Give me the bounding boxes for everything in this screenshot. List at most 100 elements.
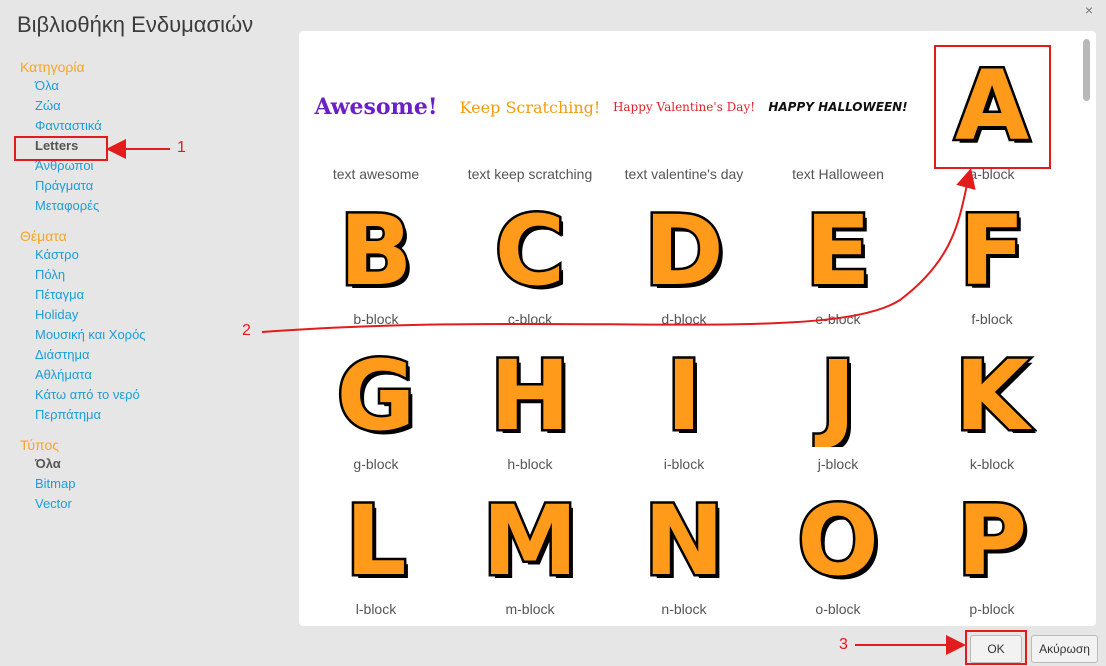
- costume-thumbnail: LL: [301, 492, 451, 592]
- costume-f-block[interactable]: F F f-block: [917, 194, 1067, 328]
- costume-thumbnail: II: [609, 347, 759, 447]
- type-item-vector[interactable]: Vector: [20, 494, 290, 514]
- type-item-bitmap[interactable]: Bitmap: [20, 474, 290, 494]
- costume-text-valentines-day[interactable]: Happy Valentine's Day! text valentine's …: [609, 49, 759, 183]
- theme-item-walking[interactable]: Περπάτημα: [20, 405, 290, 425]
- annotation-label-3: 3: [839, 636, 848, 653]
- category-item-fantasy[interactable]: Φανταστικά: [20, 116, 290, 136]
- category-item-things[interactable]: Πράγματα: [20, 176, 290, 196]
- letter-j-art: JJ: [812, 347, 860, 447]
- letter-b-art: BB: [337, 202, 417, 302]
- annotation-label-2: 2: [242, 322, 251, 339]
- theme-item-underwater[interactable]: Κάτω από το νερό: [20, 385, 290, 405]
- costume-thumbnail: OO: [763, 492, 913, 592]
- costume-thumbnail: EE: [763, 202, 913, 302]
- costume-l-block[interactable]: L L l-block: [301, 484, 451, 618]
- letter-l-art: LL: [343, 492, 411, 592]
- theme-item-city[interactable]: Πόλη: [20, 265, 290, 285]
- theme-item-flying[interactable]: Πέταγμα: [20, 285, 290, 305]
- costume-i-block[interactable]: I I i-block: [609, 339, 759, 473]
- letter-m-art: MM: [485, 492, 575, 592]
- svg-text:L: L: [345, 492, 406, 592]
- costume-label: f-block: [971, 311, 1013, 327]
- letter-i-art: II: [664, 347, 706, 447]
- svg-text:D: D: [644, 202, 724, 302]
- svg-text:N: N: [644, 492, 724, 592]
- theme-item-castle[interactable]: Κάστρο: [20, 245, 290, 265]
- close-icon[interactable]: ×: [1081, 2, 1097, 18]
- costume-label: l-block: [355, 601, 397, 617]
- costume-text-awesome[interactable]: Awesome! text awesome: [301, 49, 451, 183]
- letter-g-art: GG: [334, 347, 419, 447]
- costume-b-block[interactable]: B B b-block: [301, 194, 451, 328]
- letter-c-art: CC: [492, 202, 569, 302]
- costume-label: m-block: [505, 601, 555, 617]
- costume-thumbnail: HAPPY HALLOWEEN!: [763, 57, 913, 157]
- type-heading: Τύπος: [20, 437, 59, 453]
- costume-thumbnail: GG: [301, 347, 451, 447]
- category-heading: Κατηγορία: [20, 59, 85, 75]
- costume-k-block[interactable]: K K k-block: [917, 339, 1067, 473]
- costume-text-halloween[interactable]: HAPPY HALLOWEEN! text Halloween: [763, 49, 913, 183]
- scrollbar-thumb[interactable]: [1083, 39, 1090, 101]
- svg-text:E: E: [805, 202, 871, 302]
- scrollbar[interactable]: [1083, 39, 1090, 619]
- svg-text:F: F: [959, 202, 1025, 302]
- costume-label: n-block: [661, 601, 707, 617]
- costume-label: b-block: [353, 311, 399, 327]
- highlight-letters-box: [14, 136, 108, 161]
- costume-m-block[interactable]: M M m-block: [455, 484, 605, 618]
- costume-label: c-block: [507, 311, 553, 327]
- costume-label: text keep scratching: [467, 166, 593, 182]
- category-item-all[interactable]: Όλα: [20, 76, 290, 96]
- letter-e-art: EE: [803, 202, 875, 302]
- costume-e-block[interactable]: E E e-block: [763, 194, 913, 328]
- theme-item-space[interactable]: Διάστημα: [20, 345, 290, 365]
- costume-h-block[interactable]: H H h-block: [455, 339, 605, 473]
- svg-text:O: O: [797, 492, 879, 592]
- costume-o-block[interactable]: O O o-block: [763, 484, 913, 618]
- category-item-transportation[interactable]: Μεταφορές: [20, 196, 290, 216]
- costume-label: g-block: [353, 456, 399, 472]
- costume-c-block[interactable]: C C c-block: [455, 194, 605, 328]
- type-item-all[interactable]: Όλα: [20, 454, 290, 474]
- halloween-art: HAPPY HALLOWEEN!: [768, 100, 908, 114]
- costume-label: text Halloween: [792, 166, 884, 182]
- costume-label: e-block: [815, 311, 861, 327]
- highlight-a-block-box: [934, 45, 1051, 169]
- costume-label: h-block: [507, 456, 553, 472]
- costume-n-block[interactable]: N N n-block: [609, 484, 759, 618]
- letter-d-art: DD: [642, 202, 728, 302]
- costume-label: text awesome: [332, 166, 420, 182]
- costume-label: d-block: [661, 311, 707, 327]
- svg-text:C: C: [495, 202, 565, 302]
- costume-thumbnail: HH: [455, 347, 605, 447]
- dialog-title: Βιβλιοθήκη Ενδυμασιών: [17, 12, 254, 37]
- ok-button[interactable]: OK: [970, 635, 1022, 663]
- svg-text:K: K: [955, 347, 1033, 447]
- costume-thumbnail: JJ: [763, 347, 913, 447]
- costume-thumbnail: PP: [917, 492, 1067, 592]
- letter-p-art: PP: [954, 492, 1031, 592]
- costume-label: i-block: [663, 456, 705, 472]
- costume-thumbnail: FF: [917, 202, 1067, 302]
- costume-thumbnail: Keep Scratching!: [455, 57, 605, 157]
- costume-j-block[interactable]: J J j-block: [763, 339, 913, 473]
- theme-item-sports[interactable]: Αθλήματα: [20, 365, 290, 385]
- awesome-art: Awesome!: [314, 94, 438, 120]
- valentine-art: Happy Valentine's Day!: [612, 100, 756, 114]
- svg-text:J: J: [814, 347, 856, 447]
- costume-g-block[interactable]: G G g-block: [301, 339, 451, 473]
- costume-thumbnail: Happy Valentine's Day!: [609, 57, 759, 157]
- costume-thumbnail: CC: [455, 202, 605, 302]
- costume-thumbnail: MM: [455, 492, 605, 592]
- cancel-button[interactable]: Ακύρωση: [1031, 635, 1098, 663]
- costume-label: o-block: [815, 601, 861, 617]
- category-item-animals[interactable]: Ζώα: [20, 96, 290, 116]
- costume-label: p-block: [969, 601, 1015, 617]
- costume-d-block[interactable]: D D d-block: [609, 194, 759, 328]
- costume-text-keep-scratching[interactable]: Keep Scratching! text keep scratching: [455, 49, 605, 183]
- letter-o-art: OO: [795, 492, 883, 592]
- costume-p-block[interactable]: P P p-block: [917, 484, 1067, 618]
- keep-scratching-art: Keep Scratching!: [459, 97, 601, 117]
